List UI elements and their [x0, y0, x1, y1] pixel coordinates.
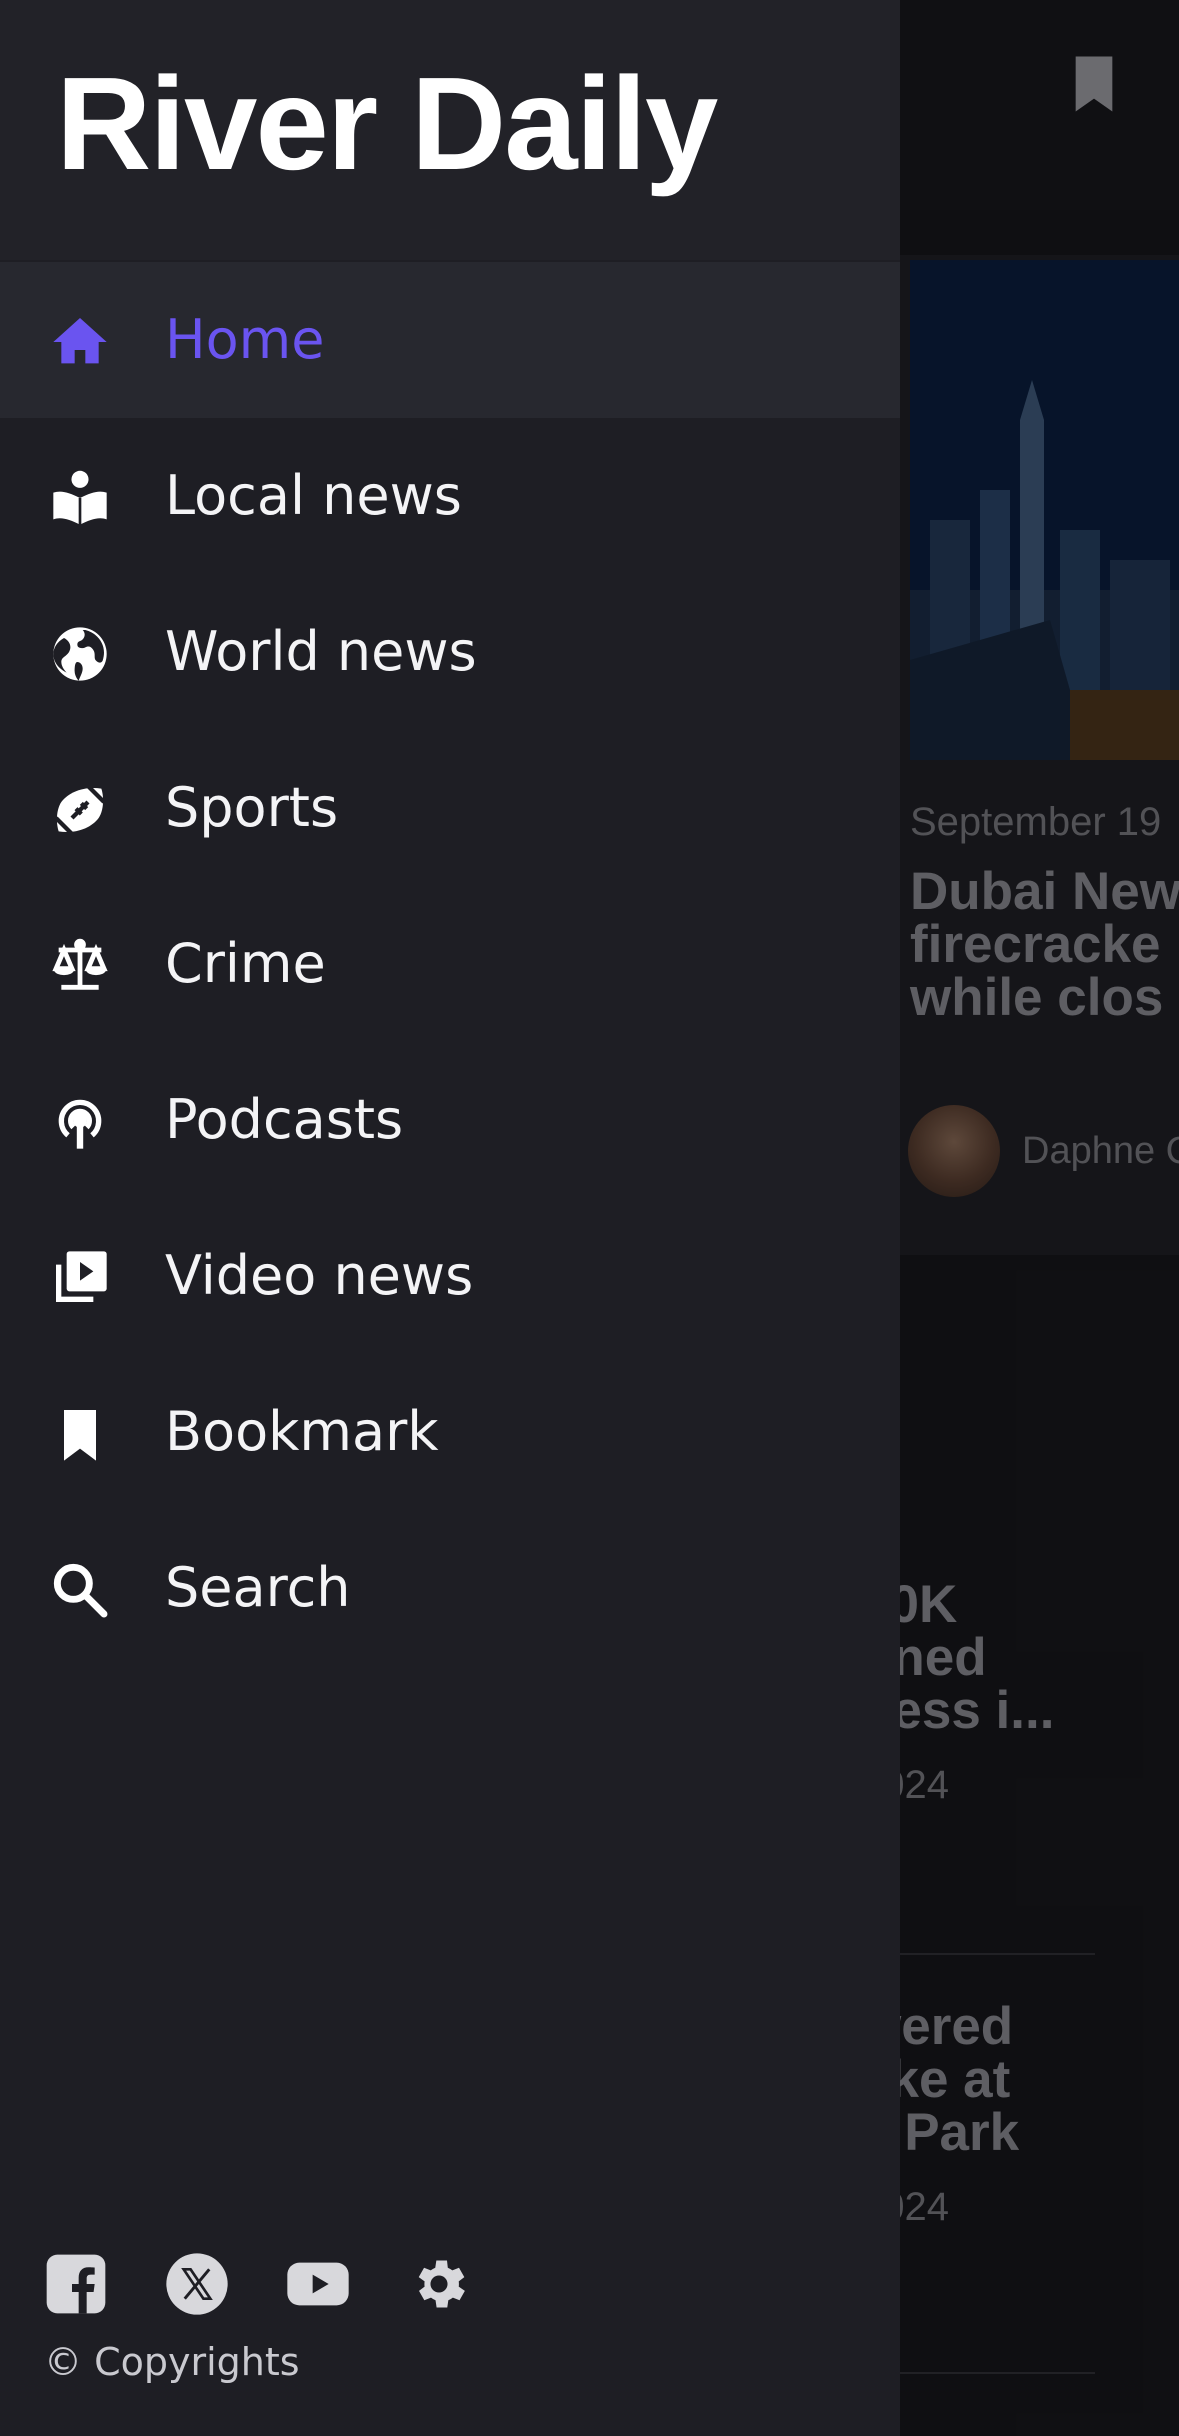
x-icon[interactable]	[165, 2252, 229, 2316]
navigation-drawer: River Daily Home Local news World news S…	[0, 0, 900, 2436]
nav-item-label: Search	[165, 1556, 351, 1619]
nav-item-label: Video news	[165, 1244, 474, 1307]
settings-icon[interactable]	[407, 2252, 471, 2316]
podcast-icon	[48, 1090, 112, 1154]
nav-item-label: World news	[165, 620, 477, 683]
nav-item-podcasts[interactable]: Podcasts	[0, 1042, 900, 1198]
football-icon	[48, 778, 112, 842]
nav-item-sports[interactable]: Sports	[0, 730, 900, 886]
copyright-text: © Copyrights	[44, 2340, 300, 2384]
nav-item-label: Local news	[165, 464, 462, 527]
app-title: River Daily	[56, 50, 718, 197]
nav-item-label: Podcasts	[165, 1088, 404, 1151]
nav-item-home[interactable]: Home	[0, 262, 900, 418]
drawer-header: River Daily	[0, 0, 900, 260]
home-icon	[48, 310, 112, 374]
drawer-nav: Home Local news World news Sports Crime …	[0, 262, 900, 1666]
scales-icon	[48, 934, 112, 998]
nav-item-search[interactable]: Search	[0, 1510, 900, 1666]
bookmark-icon	[48, 1402, 112, 1466]
nav-item-label: Crime	[165, 932, 326, 995]
video-library-icon	[48, 1246, 112, 1310]
nav-item-world-news[interactable]: World news	[0, 574, 900, 730]
nav-item-video-news[interactable]: Video news	[0, 1198, 900, 1354]
nav-item-label: Home	[165, 308, 325, 371]
nav-item-local-news[interactable]: Local news	[0, 418, 900, 574]
nav-item-crime[interactable]: Crime	[0, 886, 900, 1042]
globe-icon	[48, 622, 112, 686]
nav-item-label: Sports	[165, 776, 339, 839]
reader-icon	[48, 466, 112, 530]
facebook-icon[interactable]	[44, 2252, 108, 2316]
nav-item-label: Bookmark	[165, 1400, 439, 1463]
search-icon	[48, 1558, 112, 1622]
nav-item-bookmark[interactable]: Bookmark	[0, 1354, 900, 1510]
youtube-icon[interactable]	[286, 2252, 350, 2316]
